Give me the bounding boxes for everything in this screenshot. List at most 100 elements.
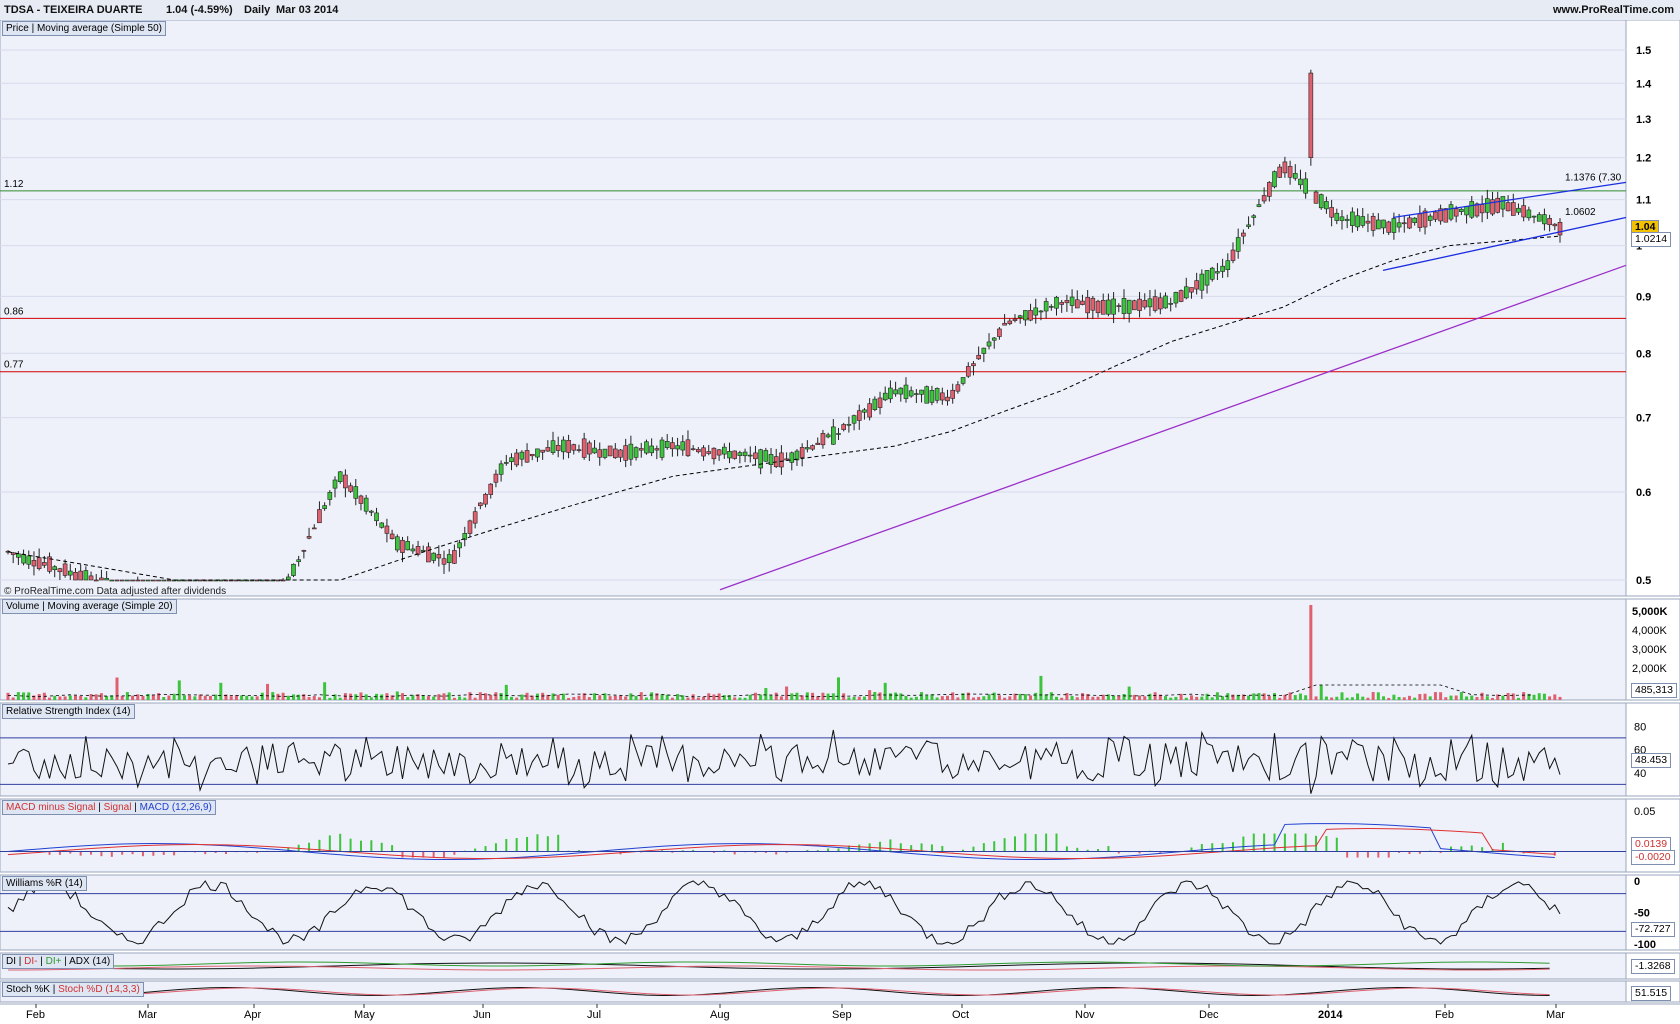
chart-canvas[interactable]: 1.51.41.31.21.110.90.80.70.60.51.120.860… — [0, 20, 1680, 1024]
volume-bar — [426, 696, 430, 700]
last-quote: 1.04 (-4.59%) — [166, 4, 233, 16]
volume-bar — [795, 692, 799, 700]
volume-bar — [1330, 697, 1334, 700]
volume-bar — [1226, 693, 1230, 700]
volume-bar — [1371, 692, 1375, 700]
volume-bar — [1169, 697, 1173, 700]
candle-body — [524, 450, 530, 463]
volume-bar — [1356, 693, 1360, 700]
candle-body — [789, 452, 795, 463]
volume-bar — [556, 694, 560, 700]
macd-hist-bar — [526, 836, 529, 852]
macd-hist-bar — [359, 840, 362, 852]
williams-panel-label[interactable]: Williams %R (14) — [2, 876, 87, 891]
macd-hist-bar — [1065, 846, 1068, 852]
volume-bar — [722, 695, 726, 700]
macd-panel-label[interactable]: MACD minus Signal | Signal | MACD (12,26… — [2, 800, 216, 815]
volume-bar — [157, 693, 161, 700]
dmi-last-badge: -1.3268 — [1631, 959, 1675, 974]
volume-bar — [1413, 697, 1417, 700]
volume-bar — [1153, 692, 1157, 700]
volume-bar — [245, 695, 249, 700]
candle-body — [1485, 198, 1490, 213]
macd-hist-bar — [889, 839, 892, 852]
candle-body — [1469, 201, 1475, 218]
candle-body — [1282, 161, 1288, 174]
candle-body — [519, 451, 525, 460]
candle-body — [815, 442, 821, 445]
volume-bar — [1070, 696, 1074, 700]
volume-panel-label[interactable]: Volume | Moving average (Simple 20) — [2, 599, 177, 614]
macd-hist-bar — [858, 844, 861, 852]
macd-hist-bar — [152, 851, 155, 856]
volume-bar — [255, 696, 259, 700]
volume-tick-label: 4,000K — [1632, 625, 1668, 637]
candle-body — [820, 433, 826, 446]
volume-bar — [193, 696, 197, 700]
volume-bar — [1335, 696, 1339, 700]
volume-bar — [873, 691, 877, 700]
macd-hist-bar — [1034, 834, 1037, 852]
volume-bar — [463, 697, 467, 700]
macd-hist-bar — [1325, 836, 1328, 852]
x-axis-label: Jul — [587, 1009, 601, 1021]
candle-body — [21, 554, 26, 564]
rsi-panel-label[interactable]: Relative Strength Index (14) — [2, 704, 135, 719]
candle-body — [535, 448, 540, 458]
volume-bar — [452, 697, 456, 700]
volume-bar — [167, 695, 171, 700]
candle-body — [1080, 300, 1085, 305]
volume-bar — [1444, 697, 1448, 700]
volume-bar — [1049, 692, 1053, 700]
dmi-panel-label[interactable]: DI | DI- | DI+ | ADX (14) — [2, 954, 115, 969]
candle-body — [67, 570, 73, 576]
candle-body — [301, 550, 307, 552]
volume-bar — [888, 693, 892, 700]
candle-body — [1272, 171, 1277, 188]
volume-bar — [676, 693, 680, 700]
candle-body — [93, 579, 99, 582]
volume-bar — [1065, 693, 1069, 700]
volume-bar — [1252, 693, 1256, 700]
volume-bar — [598, 695, 602, 700]
volume-bar — [1164, 696, 1168, 700]
volume-bar — [966, 692, 970, 700]
volume-bar — [702, 696, 706, 700]
candle-body — [446, 554, 452, 564]
candle-body — [1121, 298, 1127, 314]
volume-bar — [84, 697, 88, 700]
volume-bar — [1055, 696, 1059, 700]
volume-bar — [473, 697, 477, 700]
price-panel-label[interactable]: Price | Moving average (Simple 50) — [2, 21, 167, 36]
candle-body — [1251, 215, 1257, 218]
candle-body — [960, 377, 966, 384]
candle-body — [1505, 202, 1511, 212]
stoch-panel-label[interactable]: Stoch %K | Stoch %D (14,3,3) — [2, 982, 144, 997]
price-tick-label: 0.7 — [1636, 413, 1651, 425]
candle-body — [727, 451, 732, 459]
volume-bar — [613, 695, 617, 700]
volume-bar — [1470, 695, 1474, 700]
candle-body — [1313, 191, 1319, 204]
candle-body — [1376, 219, 1381, 230]
volume-bar — [1112, 695, 1116, 700]
date-label: Mar 03 2014 — [276, 4, 339, 16]
macd-hist-bar — [1304, 833, 1307, 852]
volume-bar — [992, 692, 996, 700]
volume-bar — [551, 693, 555, 700]
volume-bar — [1091, 696, 1095, 700]
volume-bar — [1532, 694, 1536, 700]
candle-body — [1329, 207, 1334, 218]
rsi-tick-label: 80 — [1634, 721, 1646, 733]
volume-bar — [323, 682, 327, 700]
candle-body — [1209, 267, 1215, 280]
candle-body — [867, 403, 872, 418]
volume-bar — [1491, 697, 1495, 700]
volume-bar — [260, 692, 264, 700]
candle-body — [654, 448, 660, 451]
candle-body — [197, 579, 203, 582]
volume-bar — [1262, 693, 1266, 700]
candle-body — [135, 579, 141, 582]
volume-bar — [629, 693, 633, 700]
macd-hist-bar — [941, 845, 944, 852]
